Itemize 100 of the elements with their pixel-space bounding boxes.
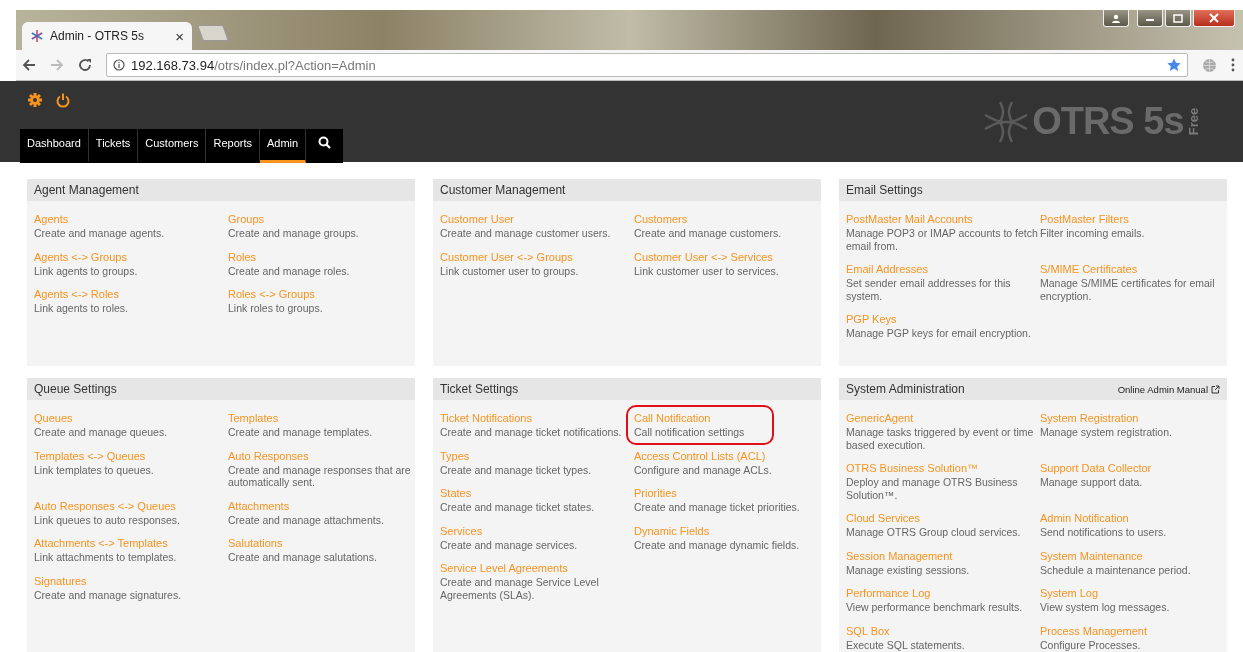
admin-link[interactable]: Call Notification [634,411,711,426]
browser-tab[interactable]: Admin - OTRS 5s × [22,22,192,50]
admin-link[interactable]: Service Level Agreements [440,561,568,576]
profile-button[interactable] [1103,10,1129,27]
admin-link[interactable]: States [440,486,472,501]
item-description: Manage tasks triggered by event or time based execution. [846,426,1035,451]
item-description: Link roles to groups. [228,302,323,315]
admin-link[interactable]: OTRS Business Solution™ [846,461,979,476]
item-description: Set sender email addresses for this system. [846,277,1012,302]
item-description: Create and manage ticket types. [440,463,592,476]
admin-link[interactable]: Attachments [228,498,290,514]
panel-title: Ticket Settings [440,382,519,396]
nav-tab[interactable]: Reports [206,129,260,163]
item-description: Schedule a maintenance period. [1040,563,1191,576]
address-bar[interactable]: 192.168.73.94/otrs/index.pl?Action=Admin [106,53,1188,77]
item-description: Link customer user to services. [634,264,779,277]
admin-link[interactable]: Dynamic Fields [634,523,710,539]
panel-title: System Administration [846,382,965,396]
admin-link[interactable]: Signatures [34,573,87,589]
edition-label: Free [1185,107,1201,136]
close-icon [1208,13,1220,23]
admin-link[interactable]: Services [440,523,483,539]
admin-link[interactable]: GenericAgent [846,411,914,426]
item-description: View performance benchmark results. [846,601,1023,614]
admin-link[interactable]: Customer User <-> Groups [440,249,573,265]
admin-link[interactable]: Auto Responses [228,448,309,464]
item-description: Create and manage ticket states. [440,501,595,514]
back-icon[interactable] [22,58,36,72]
item-description: Create and manage queues. [34,426,168,439]
admin-link[interactable]: Priorities [634,486,677,501]
item-description: Manage support data. [1040,476,1143,489]
item-description: Filter incoming emails. [1040,227,1145,240]
admin-link[interactable]: Access Control Lists (ACL) [634,448,766,464]
admin-link[interactable]: Roles [228,249,257,265]
admin-link[interactable]: Auto Responses <-> Queues [34,498,176,514]
panel-title: Email Settings [846,183,923,197]
admin-link[interactable]: PGP Keys [846,312,897,327]
admin-link[interactable]: Cloud Services [846,511,920,526]
item-description: Create and manage dynamic fields. [634,538,800,551]
admin-link[interactable]: Support Data Collector [1040,461,1152,476]
admin-link[interactable]: Agents <-> Roles [34,287,119,302]
item-description: Create and manage groups. [228,227,359,240]
minimize-button[interactable] [1137,10,1163,27]
item-description: Send notifications to users. [1040,526,1167,539]
admin-link[interactable]: Process Management [1040,623,1147,639]
admin-link[interactable]: Types [440,448,470,464]
admin-link[interactable]: System Maintenance [1040,548,1143,564]
nav-tab[interactable]: Admin [260,129,307,163]
info-icon [113,59,125,71]
item-description: Manage PGP keys for email encryption. [846,327,1031,340]
nav-tab[interactable]: Dashboard [20,129,89,163]
nav-tab[interactable]: Customers [138,129,207,163]
item-description: Deploy and manage OTRS Business Solution™. [846,476,1019,501]
admin-link[interactable]: Session Management [846,548,953,564]
item-description: Manage POP3 or IMAP accounts to fetch email from. [846,227,1039,252]
admin-link[interactable]: Customers [634,212,688,227]
nav-tab[interactable]: Tickets [88,129,139,163]
item-description: Manage S/MIME certificates for email encryption. [1040,277,1216,302]
admin-link[interactable]: System Log [1040,586,1099,601]
admin-link[interactable]: Groups [228,212,265,227]
item-description: Manage existing sessions. [846,563,970,576]
close-tab-button[interactable]: × [175,27,184,45]
item-description: Create and manage signatures. [34,588,182,601]
admin-link[interactable]: Customer User <-> Services [634,249,773,265]
admin-link[interactable]: Ticket Notifications [440,411,532,426]
item-description: Execute SQL statements. [846,638,965,651]
item-description: Create and manage Service Level Agreements (SLAs). [440,576,600,601]
asterisk-logo-icon [30,29,44,43]
admin-link[interactable]: Email Addresses [846,262,928,277]
item-description: Configure Processes. [1040,638,1141,651]
admin-link[interactable]: Queues [34,411,73,426]
close-button[interactable] [1193,10,1235,27]
admin-link[interactable]: Salutations [228,536,283,551]
admin-link[interactable]: SQL Box [846,623,890,639]
admin-link[interactable]: Customer User [440,212,514,227]
manual-link[interactable]: Online Admin Manual [1117,383,1220,395]
star-icon[interactable] [1167,58,1181,72]
admin-link[interactable]: Templates [228,411,279,426]
item-description: Create and manage templates. [228,426,373,439]
item-description: Call notification settings [634,426,745,439]
power-icon[interactable] [56,93,70,108]
admin-link[interactable]: System Registration [1040,411,1139,426]
admin-link[interactable]: PostMaster Mail Accounts [846,212,973,227]
maximize-button[interactable] [1165,10,1191,27]
admin-link[interactable]: Admin Notification [1040,511,1129,526]
gear-icon[interactable] [28,93,42,107]
menu-icon[interactable] [1231,58,1235,72]
admin-link[interactable]: Roles <-> Groups [228,287,315,302]
reload-icon[interactable] [78,58,92,72]
admin-link[interactable]: PostMaster Filters [1040,212,1129,227]
item-description: Create and manage ticket notifications. [440,426,622,439]
admin-link[interactable]: S/MIME Certificates [1040,262,1138,277]
admin-link[interactable]: Performance Log [846,586,931,601]
item-description: Link customer user to groups. [440,264,579,277]
item-description: Create and manage customer users. [440,227,611,240]
admin-link[interactable]: Agents [34,212,69,227]
admin-link[interactable]: Attachments <-> Templates [34,536,168,551]
admin-link[interactable]: Agents <-> Groups [34,249,127,265]
admin-link[interactable]: Templates <-> Queues [34,448,146,464]
item-description: View system log messages. [1040,601,1170,614]
